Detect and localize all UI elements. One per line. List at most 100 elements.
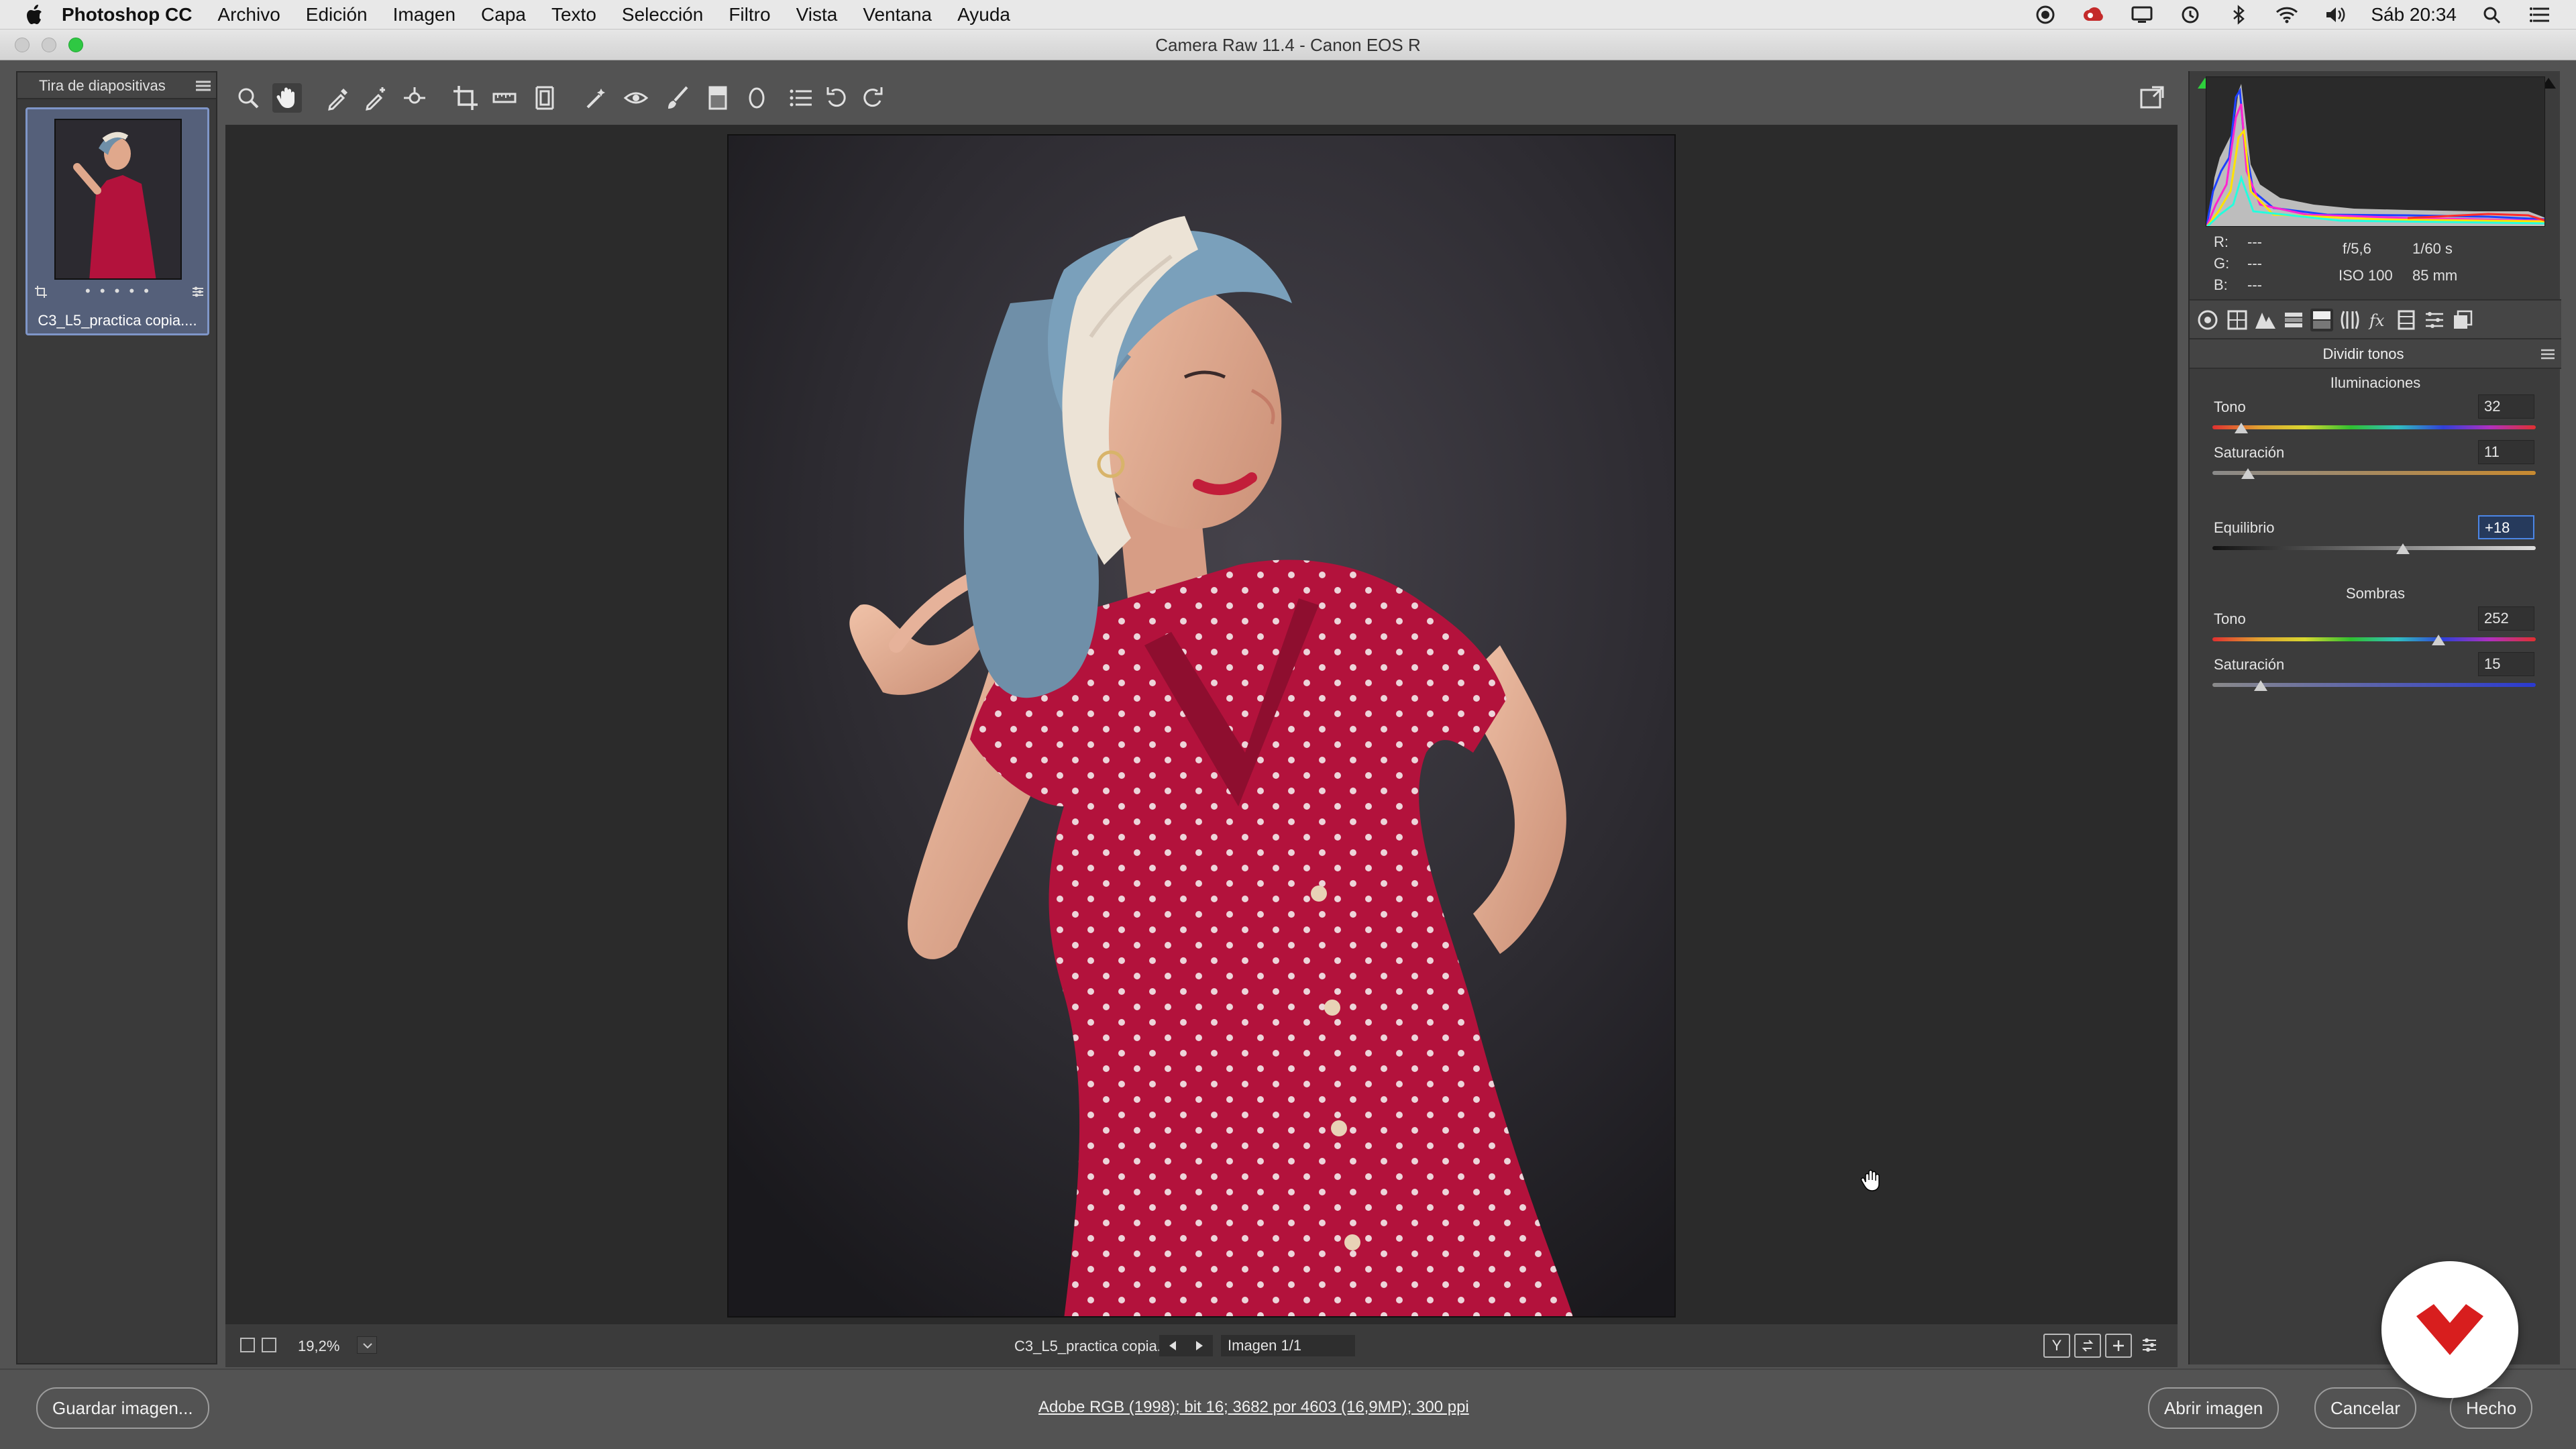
tab-presets-icon[interactable] bbox=[2423, 309, 2446, 331]
tab-effects-icon[interactable]: fx bbox=[2367, 309, 2390, 331]
histogram bbox=[2206, 76, 2545, 227]
menu-vista[interactable]: Vista bbox=[796, 4, 838, 25]
focal-length: 85 mm bbox=[2412, 267, 2458, 284]
preview-photo[interactable] bbox=[727, 134, 1676, 1318]
time-machine-icon[interactable] bbox=[2178, 5, 2203, 25]
panel-tabs: fx bbox=[2190, 299, 2561, 339]
previous-image-button[interactable] bbox=[1159, 1335, 1186, 1356]
hand-cursor-icon bbox=[1860, 1169, 1880, 1191]
menu-ventana[interactable]: Ventana bbox=[863, 4, 932, 25]
menu-edicion[interactable]: Edición bbox=[306, 4, 368, 25]
tab-calibration-icon[interactable] bbox=[2395, 309, 2418, 331]
hand-tool-icon[interactable] bbox=[272, 83, 302, 113]
red-eye-tool-icon[interactable] bbox=[621, 83, 651, 113]
rotate-left-icon[interactable] bbox=[822, 83, 852, 113]
tab-snapshots-icon[interactable] bbox=[2451, 309, 2474, 331]
balance-slider[interactable] bbox=[2212, 546, 2536, 550]
rotate-right-icon[interactable] bbox=[857, 83, 887, 113]
menu-filtro[interactable]: Filtro bbox=[729, 4, 770, 25]
notification-center-icon[interactable] bbox=[2528, 5, 2553, 25]
apple-menu-icon[interactable] bbox=[25, 4, 43, 25]
shadows-heading: Sombras bbox=[2345, 585, 2406, 602]
preview-status-bar: 19,2% C3_L5_practica copia.dng Imagen 1/… bbox=[225, 1324, 2178, 1367]
r-label: R: bbox=[2214, 233, 2229, 250]
menu-clock[interactable]: Sáb 20:34 bbox=[2371, 4, 2457, 25]
section-menu-icon[interactable] bbox=[2541, 349, 2555, 360]
menu-archivo[interactable]: Archivo bbox=[217, 4, 280, 25]
shadows-hue-input[interactable]: 252 bbox=[2478, 606, 2534, 631]
tab-lens-corrections-icon[interactable] bbox=[2339, 309, 2361, 331]
menu-ayuda[interactable]: Ayuda bbox=[957, 4, 1010, 25]
zoom-dropdown[interactable] bbox=[357, 1336, 377, 1354]
menu-capa[interactable]: Capa bbox=[481, 4, 526, 25]
spot-removal-tool-icon[interactable] bbox=[582, 83, 612, 113]
menu-imagen[interactable]: Imagen bbox=[393, 4, 455, 25]
adjustment-brush-tool-icon[interactable] bbox=[663, 83, 692, 113]
cancel-button[interactable]: Cancelar bbox=[2314, 1387, 2417, 1429]
menu-seleccion[interactable]: Selección bbox=[622, 4, 703, 25]
section-title: Dividir tonos bbox=[2322, 345, 2404, 362]
transform-tool-icon[interactable] bbox=[530, 83, 559, 113]
highlights-hue-input[interactable]: 32 bbox=[2478, 394, 2534, 419]
filmstrip-header: Tira de diapositivas bbox=[17, 72, 216, 99]
volume-icon[interactable] bbox=[2322, 5, 2348, 25]
filmstrip-menu-icon[interactable] bbox=[196, 80, 211, 91]
highlights-hue-thumb[interactable] bbox=[2235, 423, 2249, 433]
color-sampler-tool-icon[interactable] bbox=[362, 83, 392, 113]
menu-texto[interactable]: Texto bbox=[551, 4, 596, 25]
zoom-level[interactable]: 19,2% bbox=[298, 1338, 339, 1355]
save-image-button[interactable]: Guardar imagen... bbox=[36, 1387, 209, 1429]
display-icon[interactable] bbox=[2129, 5, 2155, 25]
balance-thumb[interactable] bbox=[2396, 543, 2410, 554]
swap-icon bbox=[2082, 1340, 2094, 1352]
zoom-tool-icon[interactable] bbox=[233, 83, 263, 113]
balance-input[interactable]: +18 bbox=[2478, 515, 2534, 539]
shadows-hue-thumb[interactable] bbox=[2432, 635, 2446, 645]
adjustments-badge-icon bbox=[193, 286, 203, 297]
straighten-tool-icon[interactable] bbox=[490, 83, 519, 113]
highlights-hue-slider[interactable] bbox=[2212, 425, 2536, 429]
preferences-tool-icon[interactable] bbox=[786, 83, 816, 113]
creative-cloud-icon[interactable] bbox=[2081, 5, 2106, 25]
radial-filter-tool-icon[interactable] bbox=[742, 83, 771, 113]
highlights-saturation-input[interactable]: 11 bbox=[2478, 440, 2534, 464]
highlights-saturation-slider[interactable] bbox=[2212, 471, 2536, 475]
tab-hsl-icon[interactable] bbox=[2282, 309, 2305, 331]
bluetooth-icon[interactable] bbox=[2226, 4, 2251, 25]
copy-settings-button[interactable] bbox=[2105, 1334, 2132, 1358]
crop-tool-icon[interactable] bbox=[451, 83, 480, 113]
shadows-saturation-thumb[interactable] bbox=[2254, 680, 2268, 691]
zoom-out-button[interactable] bbox=[240, 1338, 255, 1352]
highlights-saturation-thumb[interactable] bbox=[2241, 468, 2255, 479]
zoom-in-button[interactable] bbox=[262, 1338, 276, 1352]
workflow-options-link[interactable]: Adobe RGB (1998); bit 16; 3682 por 4603 … bbox=[1038, 1398, 1469, 1417]
tab-tone-curve-icon[interactable] bbox=[2226, 309, 2249, 331]
tab-split-toning-icon[interactable] bbox=[2310, 309, 2333, 331]
brand-logo-icon bbox=[2416, 1304, 2483, 1355]
filmstrip-title: Tira de diapositivas bbox=[39, 77, 166, 94]
menu-app-name[interactable]: Photoshop CC bbox=[62, 4, 192, 25]
targeted-adjustment-tool-icon[interactable] bbox=[400, 83, 429, 113]
white-balance-tool-icon[interactable] bbox=[323, 83, 353, 113]
highlights-hue-label: Tono bbox=[2214, 398, 2246, 415]
next-image-button[interactable] bbox=[1186, 1335, 1213, 1356]
graduated-filter-tool-icon[interactable] bbox=[703, 83, 733, 113]
image-preview-area[interactable] bbox=[225, 125, 2178, 1324]
filmstrip-thumbnail[interactable]: • • • • • C3_L5_practica copia.... bbox=[25, 107, 209, 335]
open-image-button[interactable]: Abrir imagen bbox=[2148, 1387, 2279, 1429]
swap-settings-button[interactable] bbox=[2074, 1334, 2101, 1358]
record-icon[interactable] bbox=[2033, 5, 2058, 25]
wifi-icon[interactable] bbox=[2274, 5, 2300, 25]
shadows-hue-slider[interactable] bbox=[2212, 637, 2536, 641]
preview-preferences-button[interactable] bbox=[2136, 1334, 2163, 1358]
shadows-saturation-input[interactable]: 15 bbox=[2478, 652, 2534, 676]
search-icon[interactable] bbox=[2479, 5, 2505, 25]
tab-basic-icon[interactable] bbox=[2196, 309, 2219, 331]
before-after-toggle[interactable]: Y bbox=[2043, 1334, 2070, 1358]
copy-icon bbox=[2113, 1340, 2124, 1351]
fullscreen-icon[interactable] bbox=[2137, 83, 2167, 113]
arrow-left-icon bbox=[1169, 1341, 1176, 1350]
thumbnail-rating[interactable]: • • • • • bbox=[28, 282, 207, 300]
rating-dots[interactable]: • • • • • bbox=[85, 282, 152, 300]
tab-detail-icon[interactable] bbox=[2254, 309, 2277, 331]
